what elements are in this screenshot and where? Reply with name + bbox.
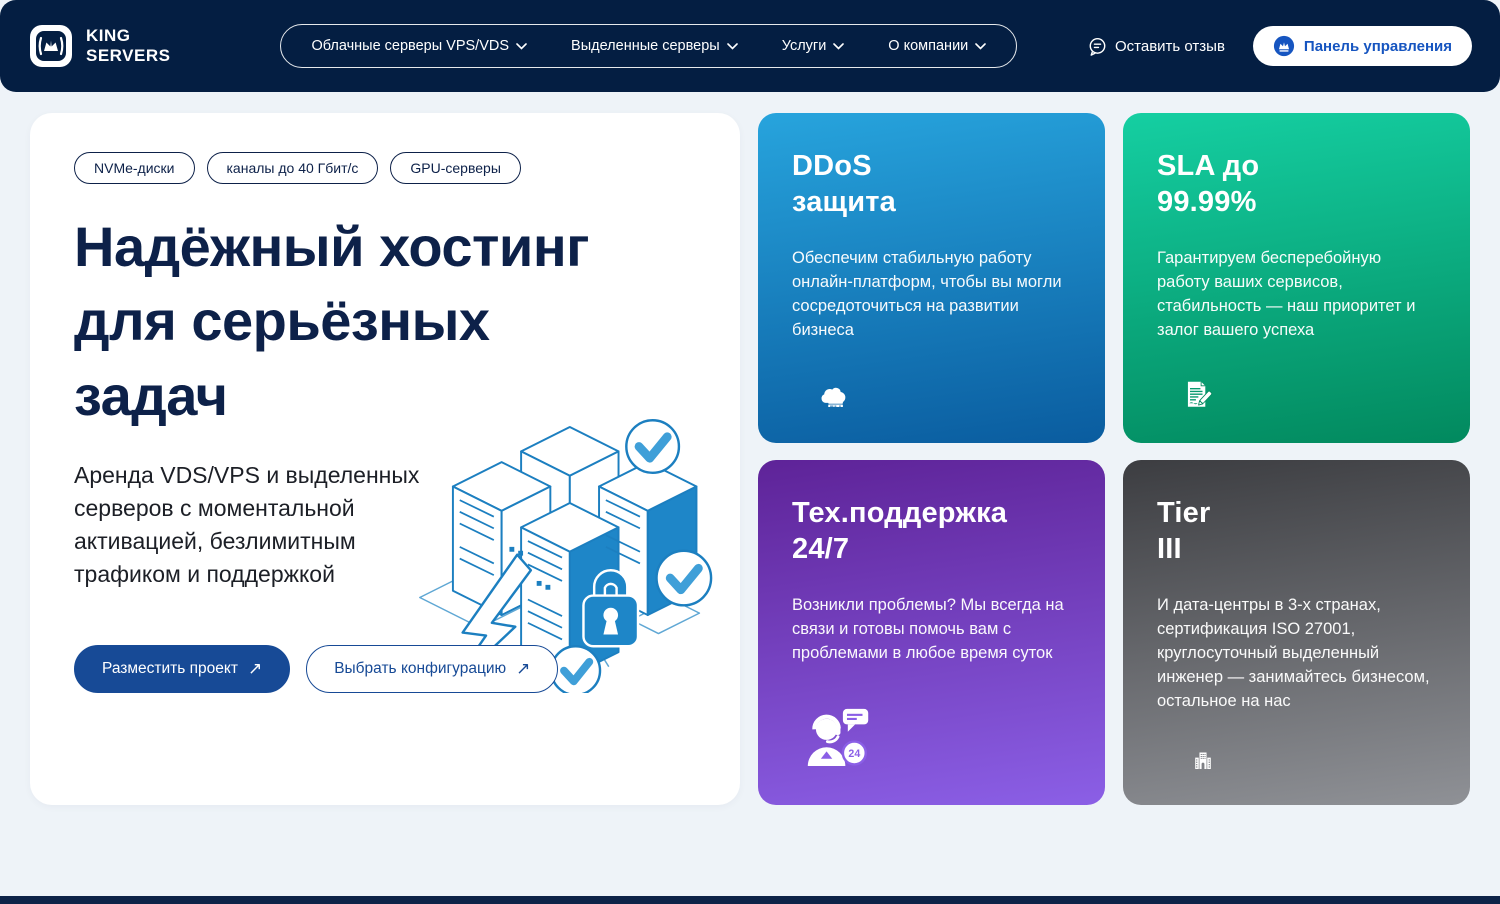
- chevron-down-icon: [516, 43, 527, 50]
- nav-item-about[interactable]: О компании: [888, 38, 986, 54]
- card-title: DDoSзащита: [792, 149, 1071, 221]
- hero-section: NVMe-диски каналы до 40 Гбит/с GPU-серве…: [0, 92, 1500, 805]
- tag-bandwidth: каналы до 40 Гбит/с: [207, 152, 379, 184]
- nav-item-cloud-servers[interactable]: Облачные серверы VPS/VDS: [311, 38, 527, 54]
- nav-item-dedicated-servers[interactable]: Выделенные серверы: [571, 38, 738, 54]
- card-title: Тех.поддержка24/7: [792, 496, 1071, 568]
- card-text: Возникли проблемы? Мы всегда на связи и …: [792, 594, 1071, 666]
- feature-tags: NVMe-диски каналы до 40 Гбит/с GPU-серве…: [74, 152, 696, 184]
- chevron-down-icon: [727, 43, 738, 50]
- arrow-up-right-icon: ↗: [516, 659, 530, 679]
- speech-bubble: [843, 709, 868, 732]
- crown-logo-icon: [28, 23, 74, 69]
- place-project-button[interactable]: Разместить проект ↗: [74, 645, 290, 693]
- nav-item-services[interactable]: Услуги: [782, 38, 845, 54]
- hero-card: NVMe-диски каналы до 40 Гбит/с GPU-серве…: [30, 113, 740, 805]
- tag-gpu: GPU-серверы: [390, 152, 521, 184]
- speech-bubble-icon: [1088, 37, 1107, 56]
- header-right-actions: Оставить отзыв Панель управления: [1088, 26, 1472, 66]
- top-navigation-bar: KING SERVERS Облачные серверы VPS/VDS Вы…: [0, 0, 1500, 92]
- king-servers-logo[interactable]: KING SERVERS: [28, 23, 170, 69]
- card-title: TierIII: [1157, 496, 1436, 568]
- tag-nvme: NVMe-диски: [74, 152, 195, 184]
- next-section-edge: [0, 896, 1500, 904]
- tech-support-card: Тех.поддержка24/7 Возникли проблемы? Мы …: [758, 460, 1105, 805]
- main-nav: Облачные серверы VPS/VDS Выделенные серв…: [280, 24, 1017, 68]
- card-title: SLA до99.99%: [1157, 149, 1436, 221]
- hero-description: Аренда VDS/VPS и выделенных серверов с м…: [74, 459, 454, 591]
- control-panel-button[interactable]: Панель управления: [1253, 26, 1472, 66]
- card-text: Обеспечим стабильную работу онлайн-платф…: [792, 247, 1071, 343]
- logo-wordmark: KING SERVERS: [86, 26, 170, 65]
- datacenter-building-icon: [1157, 752, 1249, 769]
- card-text: Гарантируем бесперебойную работу ваших с…: [1157, 247, 1436, 343]
- card-text: И дата-центры в 3-х странах, сертификаци…: [1157, 594, 1436, 714]
- choose-configuration-button[interactable]: Выбрать конфигурацию ↗: [306, 645, 558, 693]
- support-operator-icon: 24: [792, 704, 884, 769]
- chevron-down-icon: [833, 43, 844, 50]
- padlock-icon: [583, 570, 638, 646]
- ddos-protection-card: DDoSзащита Обеспечим стабильную работу о…: [758, 113, 1105, 443]
- page-title: Надёжный хостинг для серьёзных задач: [74, 210, 696, 433]
- svg-text:24: 24: [848, 748, 860, 760]
- hero-actions: Разместить проект ↗ Выбрать конфигурацию…: [74, 645, 696, 693]
- arrow-up-right-icon: ↗: [248, 659, 262, 679]
- cloud-servers-icon: [792, 381, 874, 407]
- panel-crown-icon: [1273, 35, 1295, 57]
- badge-24: 24: [843, 741, 866, 764]
- leave-feedback-link[interactable]: Оставить отзыв: [1088, 37, 1225, 56]
- tier-3-card: TierIII И дата-центры в 3-х странах, сер…: [1123, 460, 1470, 805]
- contract-pen-icon: [1157, 381, 1239, 407]
- sla-card: SLA до99.99% Гарантируем бесперебойную р…: [1123, 113, 1470, 443]
- chevron-down-icon: [975, 43, 986, 50]
